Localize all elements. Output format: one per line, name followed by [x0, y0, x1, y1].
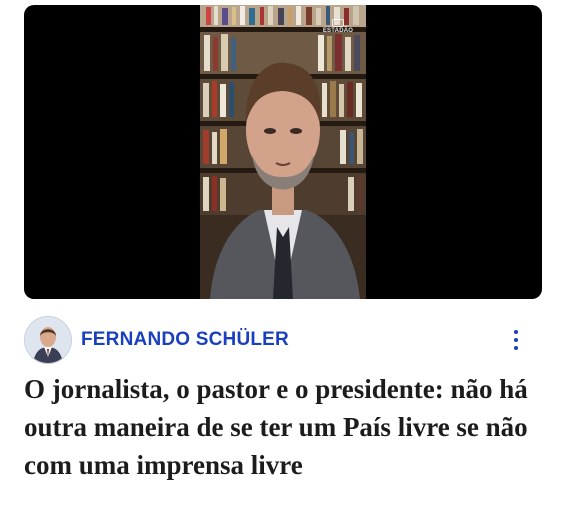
- video-frame: [200, 5, 366, 299]
- author-row: FERNANDO SCHÜLER: [24, 316, 542, 364]
- watermark-icon: [332, 19, 344, 27]
- author-portrait-icon: [25, 317, 71, 363]
- watermark-text: ESTADÃO: [322, 28, 354, 34]
- author-avatar[interactable]: [24, 316, 72, 364]
- more-vertical-icon[interactable]: [502, 326, 530, 354]
- more-dot: [514, 330, 518, 334]
- more-dot: [514, 338, 518, 342]
- article-headline[interactable]: O jornalista, o pastor e o presidente: n…: [24, 370, 544, 484]
- bookshelf-background: [200, 5, 366, 299]
- video-watermark: ESTADÃO: [322, 19, 354, 34]
- more-dot: [514, 346, 518, 350]
- video-player[interactable]: ESTADÃO: [24, 5, 542, 299]
- author-name[interactable]: FERNANDO SCHÜLER: [81, 329, 289, 351]
